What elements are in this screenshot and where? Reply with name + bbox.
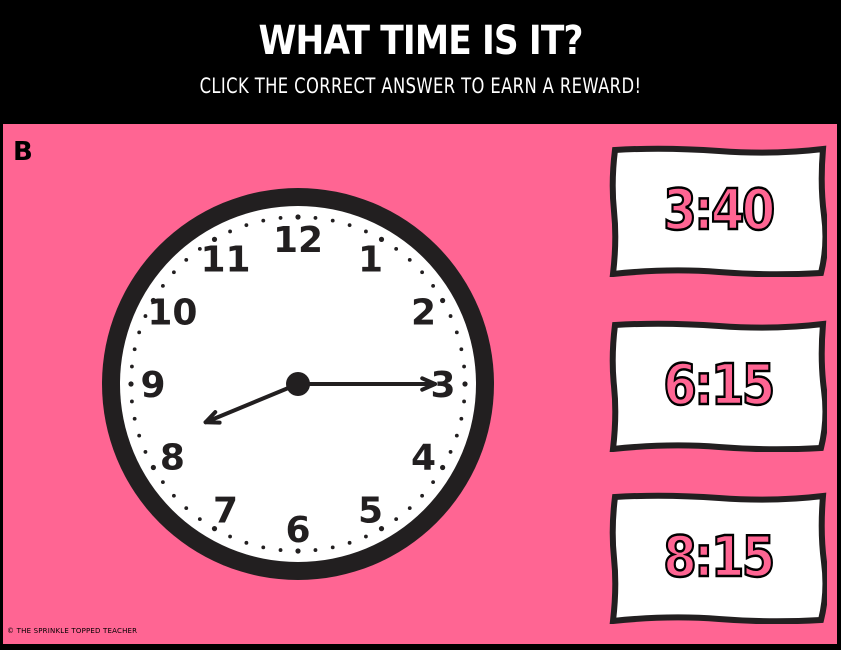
minute-tick xyxy=(278,548,283,552)
minute-tick xyxy=(228,229,232,234)
version-letter: B xyxy=(13,137,33,167)
answer-label: 8:15 xyxy=(662,524,776,592)
minute-tick xyxy=(420,493,425,498)
minute-tick xyxy=(459,416,464,421)
minute-tick xyxy=(171,493,176,498)
minute-tick xyxy=(244,540,249,545)
minute-tick xyxy=(462,381,468,387)
minute-tick xyxy=(132,347,137,352)
minute-tick xyxy=(132,416,137,421)
minute-tick xyxy=(160,480,165,485)
minute-tick xyxy=(228,534,232,539)
minute-tick xyxy=(143,450,148,454)
minute-tick xyxy=(244,223,249,228)
minute-tick xyxy=(454,330,459,335)
analog-clock: 12 1234567891011 xyxy=(102,188,494,580)
minute-tick xyxy=(431,283,436,288)
clock-numeral: 9 xyxy=(140,365,165,406)
minute-tick xyxy=(261,218,266,223)
minute-tick xyxy=(440,464,446,471)
game-board: B 12 1 2 3 4 5 6 7 8 9 10 11 3:40 6:15 8:15 © THE S… xyxy=(3,124,837,644)
answer-button-2[interactable]: 6:15 xyxy=(609,320,827,452)
minute-tick xyxy=(394,246,399,251)
minute-tick xyxy=(184,506,189,511)
minute-tick xyxy=(407,506,412,511)
minute-tick xyxy=(448,314,453,318)
minute-tick xyxy=(130,364,134,369)
minute-tick xyxy=(137,433,142,438)
minute-tick xyxy=(197,517,202,522)
minute-tick xyxy=(330,545,335,550)
minute-tick xyxy=(184,257,189,262)
minute-tick xyxy=(261,545,266,550)
copyright-text: © THE SPRINKLE TOPPED TEACHER xyxy=(7,627,138,635)
clock-numeral: 2 xyxy=(411,293,436,334)
minute-tick xyxy=(160,283,165,288)
clock-numeral: 8 xyxy=(160,438,185,479)
answer-label: 3:40 xyxy=(662,177,776,245)
clock-center-pin xyxy=(286,372,310,396)
clock-numeral: 10 xyxy=(147,293,197,334)
page-title: WHAT TIME IS IT? xyxy=(258,18,583,64)
minute-tick xyxy=(440,297,446,304)
minute-tick xyxy=(462,364,466,369)
minute-tick xyxy=(313,548,318,552)
minute-tick xyxy=(420,270,425,275)
clock-numeral: 6 xyxy=(285,510,310,551)
minute-tick xyxy=(394,517,399,522)
minute-tick xyxy=(128,381,134,387)
minute-tick xyxy=(407,257,412,262)
answer-button-3[interactable]: 8:15 xyxy=(609,492,827,624)
minute-tick xyxy=(364,229,368,234)
minute-tick xyxy=(459,347,464,352)
clock-numeral: 5 xyxy=(358,491,383,532)
minute-tick xyxy=(150,464,156,471)
page-subtitle: CLICK THE CORRECT ANSWER TO EARN A REWAR… xyxy=(199,74,642,98)
clock-numeral: 12 xyxy=(273,220,323,261)
clock-numeral: 1 xyxy=(358,239,383,280)
minute-tick xyxy=(137,330,142,335)
minute-tick xyxy=(330,218,335,223)
minute-tick xyxy=(364,534,368,539)
minute-tick xyxy=(171,270,176,275)
minute-tick xyxy=(431,480,436,485)
minute-tick xyxy=(347,540,352,545)
clock-numeral: 7 xyxy=(213,491,238,532)
clock-numeral: 4 xyxy=(411,438,436,479)
minute-tick xyxy=(295,214,301,220)
minute-tick xyxy=(462,399,466,404)
header: WHAT TIME IS IT? CLICK THE CORRECT ANSWE… xyxy=(0,0,841,124)
minute-tick xyxy=(448,450,453,454)
clock-numeral: 11 xyxy=(200,239,250,280)
minute-tick xyxy=(130,399,134,404)
minute-tick xyxy=(347,223,352,228)
minute-tick xyxy=(454,433,459,438)
answer-label: 6:15 xyxy=(662,352,776,420)
answer-button-1[interactable]: 3:40 xyxy=(609,145,827,277)
